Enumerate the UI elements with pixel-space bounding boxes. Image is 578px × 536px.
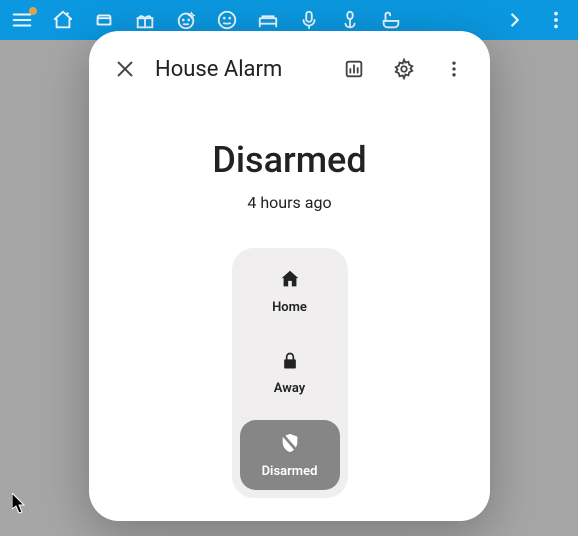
close-button[interactable] (105, 49, 145, 89)
settings-button[interactable] (384, 49, 424, 89)
option-label: Away (274, 381, 305, 396)
status-time: 4 hours ago (89, 193, 490, 212)
house-alarm-dialog: House Alarm Disarmed 4 hours ago Home (89, 31, 490, 521)
option-disarmed[interactable]: Disarmed (240, 420, 340, 490)
shield-off-icon (279, 432, 301, 458)
more-button[interactable] (434, 49, 474, 89)
mouse-cursor (12, 493, 28, 519)
house-icon (279, 268, 301, 294)
dialog-title: House Alarm (155, 57, 282, 82)
lock-icon (280, 351, 300, 375)
alarm-options: Home Away Disarmed (232, 248, 348, 498)
dialog-overlay: House Alarm Disarmed 4 hours ago Home (0, 0, 578, 536)
status-area: Disarmed 4 hours ago (89, 99, 490, 212)
option-label: Home (272, 300, 307, 315)
option-label: Disarmed (262, 464, 318, 479)
option-home[interactable]: Home (240, 256, 340, 326)
status-value: Disarmed (89, 139, 490, 181)
dialog-header: House Alarm (89, 31, 490, 99)
option-away[interactable]: Away (240, 338, 340, 408)
history-button[interactable] (334, 49, 374, 89)
